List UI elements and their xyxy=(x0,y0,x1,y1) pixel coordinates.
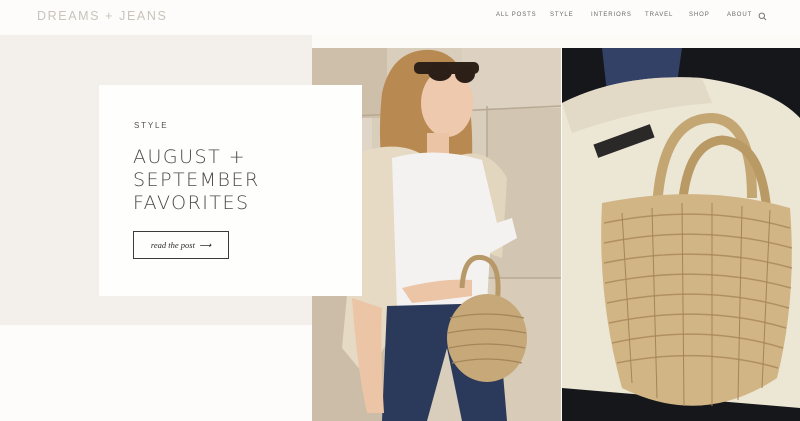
nav-shop[interactable]: SHOP xyxy=(689,12,710,18)
post-title[interactable]: AUGUST + SEPTEMBER FAVORITES xyxy=(133,146,333,215)
read-the-post-button[interactable]: read the post ⟶ xyxy=(133,231,229,259)
site-header: DREAMS + JEANS ALL POSTS STYLE INTERIORS… xyxy=(0,0,800,35)
read-the-post-label: read the post xyxy=(150,240,195,250)
search-icon[interactable] xyxy=(758,12,767,21)
post-title-line-1: AUGUST + xyxy=(133,146,247,168)
arrow-right-icon: ⟶ xyxy=(198,239,212,250)
nav-all-posts[interactable]: ALL POSTS xyxy=(496,12,537,18)
main-nav: ALL POSTS STYLE INTERIORS TRAVEL SHOP AB… xyxy=(0,12,800,24)
below-band xyxy=(0,325,312,421)
photo-tote-illustration xyxy=(562,48,800,421)
nav-interiors[interactable]: INTERIORS xyxy=(591,12,632,18)
photo-straw-tote-sweater[interactable] xyxy=(562,48,800,421)
post-title-line-2: SEPTEMBER xyxy=(133,169,260,191)
nav-about[interactable]: ABOUT xyxy=(727,12,752,18)
post-title-line-3: FAVORITES xyxy=(133,192,250,214)
nav-travel[interactable]: TRAVEL xyxy=(645,12,673,18)
post-category[interactable]: STYLE xyxy=(134,121,168,130)
nav-style[interactable]: STYLE xyxy=(550,12,574,18)
